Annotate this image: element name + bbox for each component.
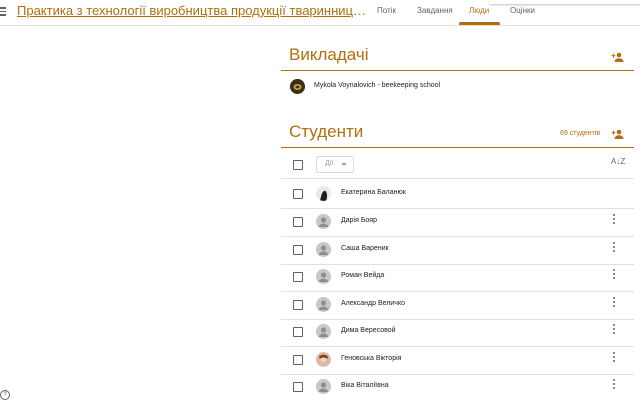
student-name: Екатерина Баланюк — [341, 189, 406, 196]
select-all-checkbox[interactable] — [293, 160, 303, 170]
student-name: Александр Величко — [341, 300, 405, 307]
more-vert-icon[interactable] — [612, 297, 616, 311]
student-checkbox[interactable] — [293, 382, 303, 392]
student-row[interactable]: Екатерина Баланюк — [281, 180, 634, 209]
more-vert-icon[interactable] — [612, 214, 616, 228]
more-vert-icon[interactable] — [612, 352, 616, 366]
chevron-down-icon — [341, 163, 347, 166]
teacher-avatar — [290, 79, 305, 94]
menu-icon[interactable] — [0, 5, 6, 17]
student-row[interactable]: Дарія Бояр — [281, 208, 634, 237]
course-title[interactable]: Практика з технології виробництва продук… — [17, 3, 367, 18]
student-avatar — [316, 324, 331, 339]
student-row[interactable]: Саша Вареник — [281, 236, 634, 265]
student-name: Дима Вересовой — [341, 327, 396, 334]
more-vert-icon[interactable] — [612, 379, 616, 393]
student-name: Геновська Вікторія — [341, 355, 402, 362]
student-row[interactable]: Александр Величко — [281, 291, 634, 320]
students-divider — [281, 147, 634, 148]
actions-label: Дії — [325, 160, 334, 167]
more-vert-icon[interactable] — [612, 242, 616, 256]
student-avatar — [316, 379, 331, 394]
student-checkbox[interactable] — [293, 189, 303, 199]
person-add-icon[interactable] — [611, 128, 625, 140]
toolbar-divider — [281, 178, 634, 179]
student-avatar — [316, 186, 331, 201]
top-strip — [490, 0, 640, 4]
student-row[interactable]: Дима Вересовой — [281, 318, 634, 347]
help-icon[interactable]: ? — [0, 390, 10, 400]
student-row[interactable]: Роман Вейда — [281, 263, 634, 292]
tab-stream[interactable]: Потік — [377, 6, 396, 15]
student-avatar — [316, 214, 331, 229]
student-name: Саша Вареник — [341, 245, 389, 252]
teachers-heading: Викладачі — [289, 45, 369, 64]
student-checkbox[interactable] — [293, 355, 303, 365]
student-avatar — [316, 352, 331, 367]
students-heading: Студенти — [289, 122, 364, 141]
student-checkbox[interactable] — [293, 217, 303, 227]
student-avatar — [316, 297, 331, 312]
active-tab-indicator — [459, 22, 500, 25]
student-checkbox[interactable] — [293, 300, 303, 310]
tab-grades[interactable]: Оцінки — [510, 6, 535, 15]
person-add-icon[interactable] — [611, 51, 625, 63]
student-row[interactable]: Геновська Вікторія — [281, 346, 634, 375]
more-vert-icon[interactable] — [612, 269, 616, 283]
student-row[interactable]: Віка Віталіївна — [281, 373, 634, 401]
teacher-name[interactable]: Mykola Voynalovich - beekeeping school — [314, 82, 440, 89]
actions-dropdown[interactable]: Дії — [316, 156, 354, 173]
sort-az-icon[interactable]: A↓Z — [611, 157, 625, 166]
top-bar: Практика з технології виробництва продук… — [0, 0, 640, 26]
student-name: Роман Вейда — [341, 272, 385, 279]
student-avatar — [316, 242, 331, 257]
student-count: 69 студентів — [560, 130, 601, 137]
student-name: Віка Віталіївна — [341, 382, 389, 389]
student-checkbox[interactable] — [293, 327, 303, 337]
student-checkbox[interactable] — [293, 272, 303, 282]
tab-classwork[interactable]: Завдання — [417, 6, 453, 15]
tab-people[interactable]: Люди — [469, 6, 489, 15]
student-name: Дарія Бояр — [341, 217, 377, 224]
teachers-divider — [281, 70, 634, 71]
student-avatar — [316, 269, 331, 284]
student-checkbox[interactable] — [293, 245, 303, 255]
more-vert-icon[interactable] — [612, 324, 616, 338]
